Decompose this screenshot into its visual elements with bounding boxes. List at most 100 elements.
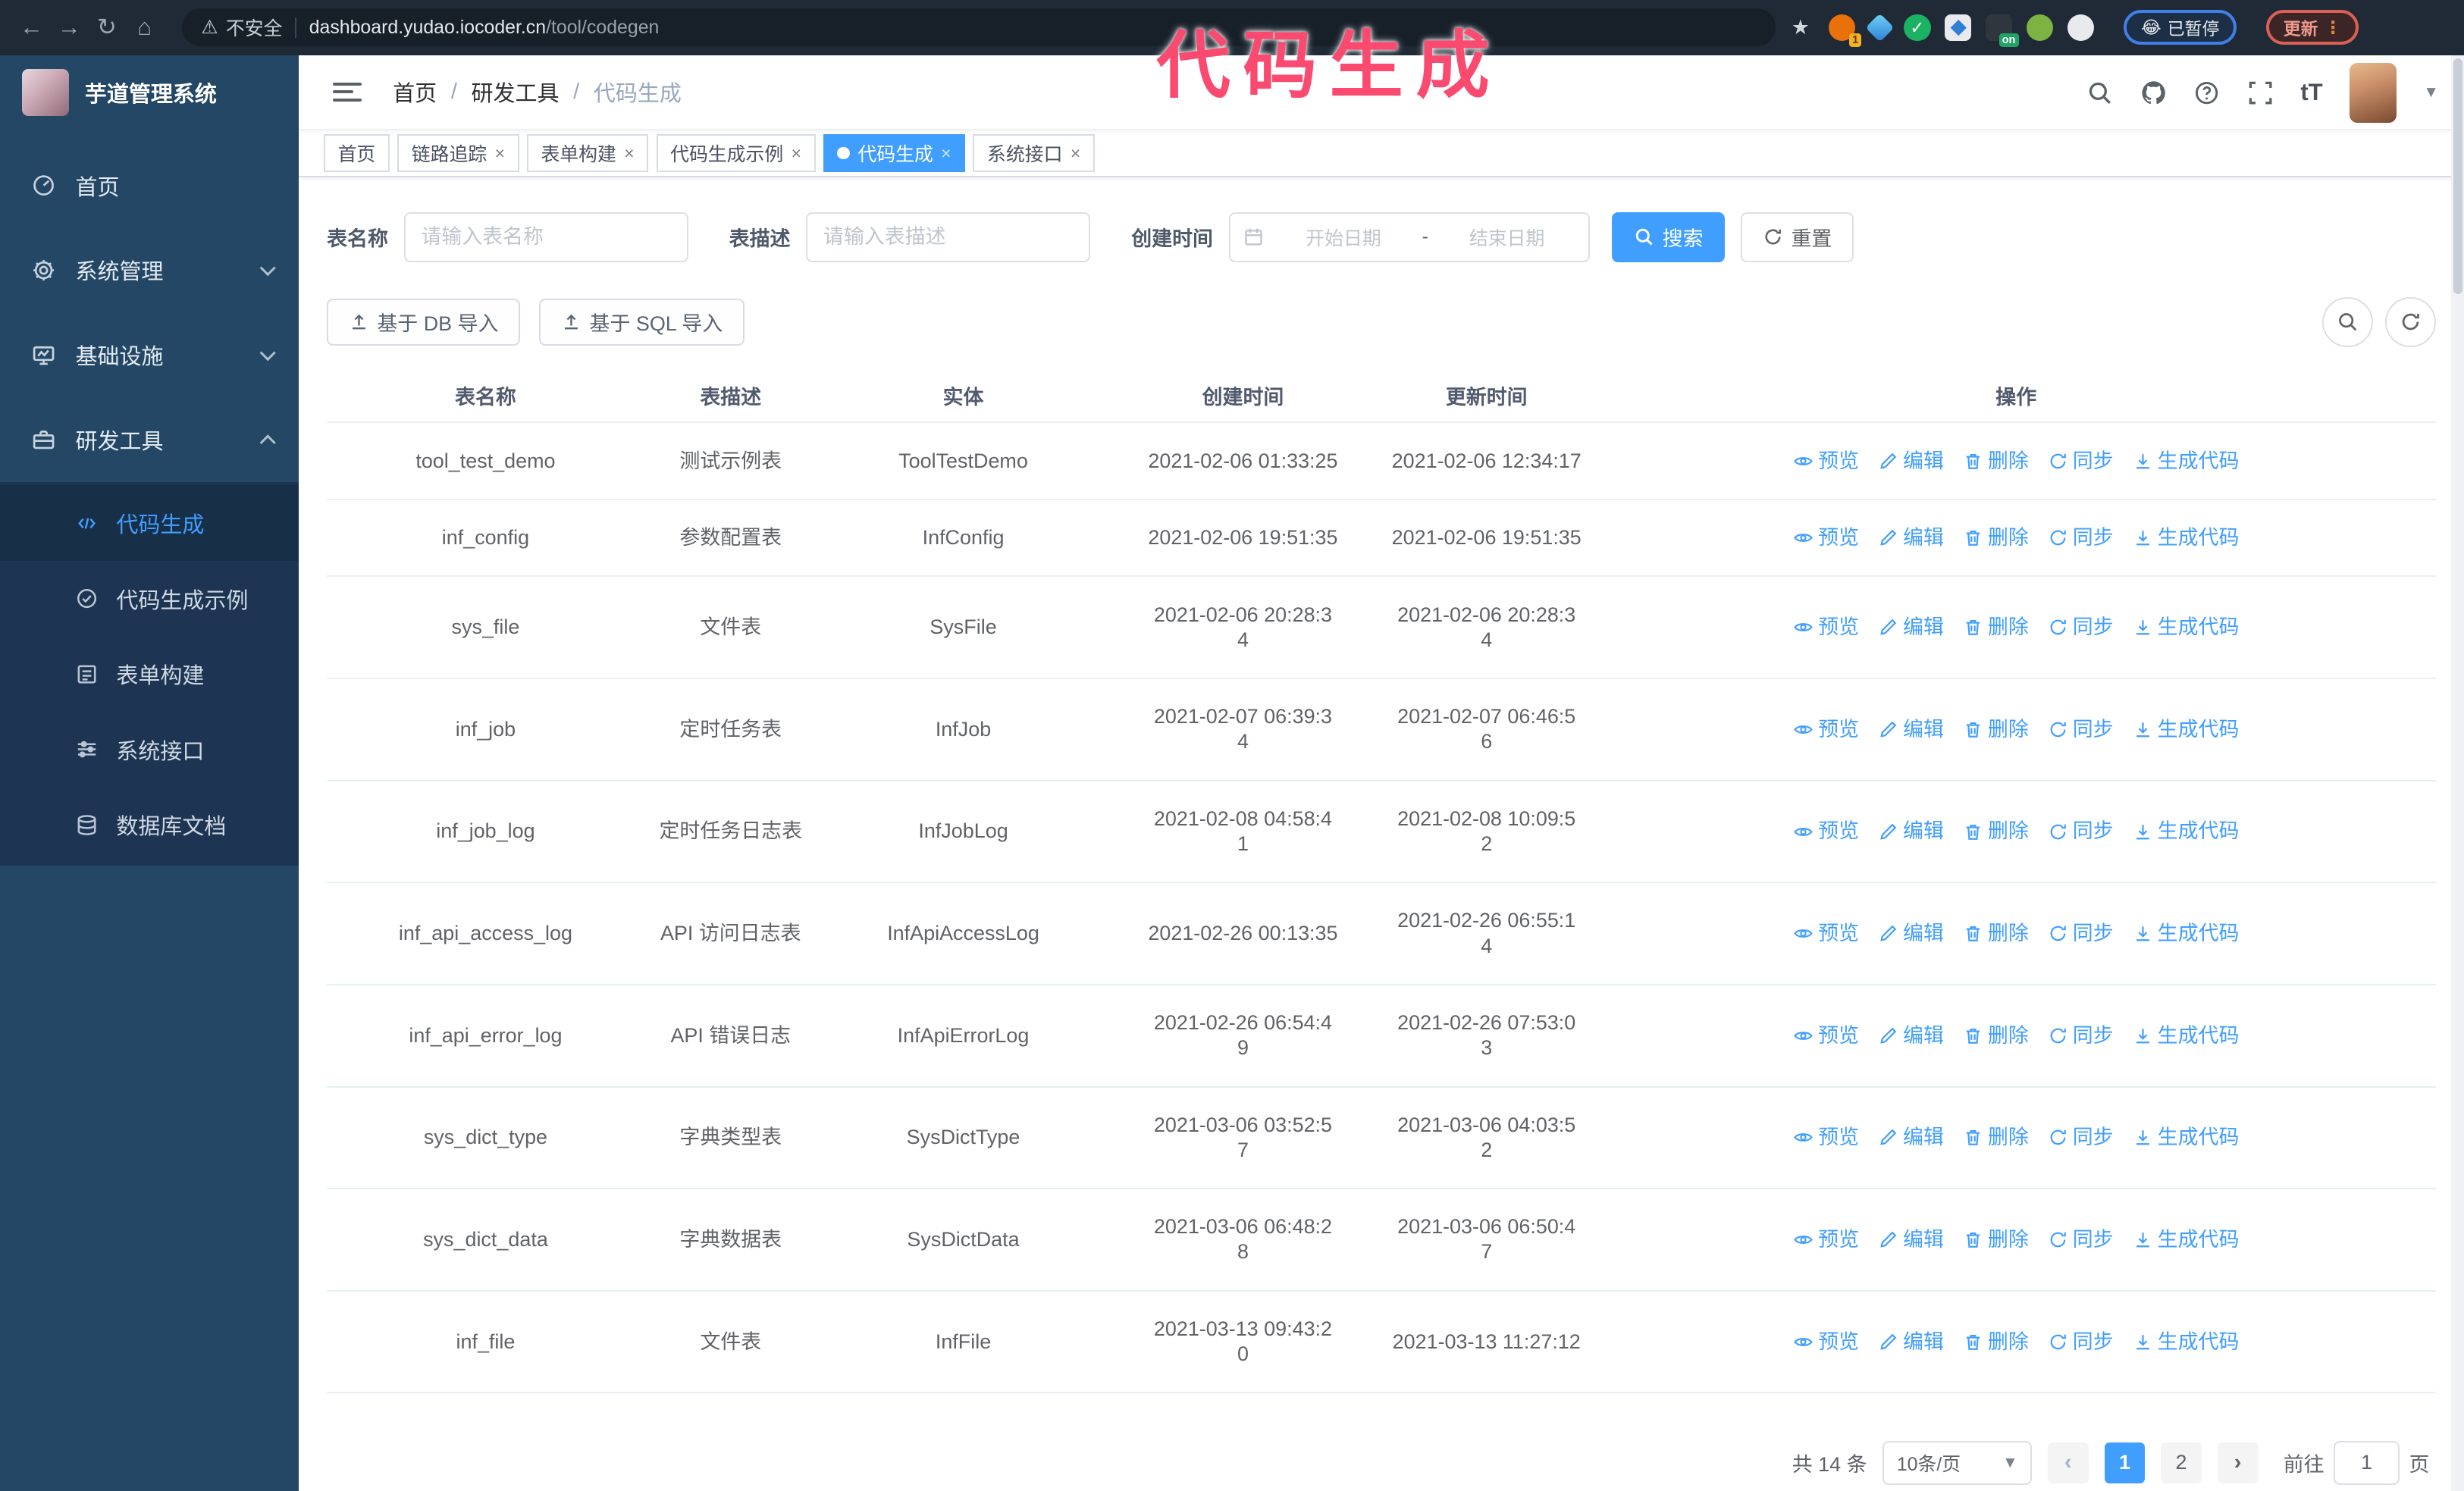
edit-link[interactable]: 编辑	[1878, 449, 1944, 474]
preview-link[interactable]: 预览	[1793, 525, 1859, 550]
browser-update-button[interactable]: 更新 ⋮	[2266, 10, 2359, 45]
table-row[interactable]: sys_file 文件表 SysFile 2021-02-06 20:28:3 …	[327, 576, 2436, 680]
sidebar-item-db-doc[interactable]: 数据库文档	[0, 787, 299, 862]
goto-page-input[interactable]	[2334, 1440, 2400, 1485]
edit-link[interactable]: 编辑	[1878, 615, 1944, 640]
date-range-picker[interactable]: 开始日期 - 结束日期	[1228, 211, 1591, 263]
view-tab[interactable]: 系统接口 ×	[973, 134, 1095, 172]
page-size-select[interactable]: 10条/页 ▼	[1882, 1440, 2033, 1485]
tab-close-icon[interactable]: ×	[792, 143, 801, 164]
preview-link[interactable]: 预览	[1793, 819, 1859, 844]
generate-code-link[interactable]: 生成代码	[2133, 921, 2239, 946]
sidebar-item-codegen[interactable]: 代码生成	[0, 485, 299, 561]
table-row[interactable]: inf_job 定时任务表 InfJob 2021-02-07 06:39:3 …	[327, 678, 2436, 782]
sync-link[interactable]: 同步	[2048, 717, 2114, 742]
preview-link[interactable]: 预览	[1793, 1023, 1859, 1048]
browser-menu-dots-icon[interactable]: ⋮	[2324, 17, 2342, 38]
breadcrumb-home[interactable]: 首页	[393, 76, 437, 108]
edit-link[interactable]: 编辑	[1878, 717, 1944, 742]
sync-link[interactable]: 同步	[2048, 615, 2114, 640]
view-tab[interactable]: 代码生成 ×	[823, 134, 966, 172]
sync-link[interactable]: 同步	[2048, 819, 2114, 844]
table-row[interactable]: sys_dict_type 字典类型表 SysDictType 2021-03-…	[327, 1086, 2436, 1190]
breadcrumb-devtools[interactable]: 研发工具	[472, 76, 560, 108]
generate-code-link[interactable]: 生成代码	[2133, 819, 2239, 844]
github-icon[interactable]	[2140, 80, 2167, 106]
edit-link[interactable]: 编辑	[1878, 1023, 1944, 1048]
extension-gem-icon[interactable]	[1865, 13, 1895, 42]
table-row[interactable]: inf_api_error_log API 错误日志 InfApiErrorLo…	[327, 984, 2436, 1088]
delete-link[interactable]: 删除	[1963, 921, 2029, 946]
preview-link[interactable]: 预览	[1793, 1125, 1859, 1150]
browser-back-icon[interactable]: ←	[13, 14, 51, 41]
preview-link[interactable]: 预览	[1793, 1330, 1859, 1355]
prev-page-button[interactable]: ‹	[2047, 1442, 2089, 1483]
search-button[interactable]: 搜索	[1612, 211, 1726, 263]
tab-close-icon[interactable]: ×	[1071, 143, 1080, 164]
tab-close-icon[interactable]: ×	[495, 143, 505, 164]
browser-forward-icon[interactable]: →	[50, 14, 88, 41]
edit-link[interactable]: 编辑	[1878, 525, 1944, 550]
generate-code-link[interactable]: 生成代码	[2133, 449, 2239, 474]
delete-link[interactable]: 删除	[1963, 1125, 2029, 1150]
sidebar-item-system-api[interactable]: 系统接口	[0, 712, 299, 787]
refresh-table-button[interactable]	[2385, 296, 2436, 347]
import-sql-button[interactable]: 基于 SQL 导入	[539, 298, 745, 346]
generate-code-link[interactable]: 生成代码	[2133, 615, 2239, 640]
edit-link[interactable]: 编辑	[1878, 819, 1944, 844]
reset-button[interactable]: 重置	[1741, 211, 1854, 263]
table-row[interactable]: inf_job_log 定时任务日志表 InfJobLog 2021-02-08…	[327, 780, 2436, 884]
edit-link[interactable]: 编辑	[1878, 1125, 1944, 1150]
generate-code-link[interactable]: 生成代码	[2133, 717, 2239, 742]
sync-link[interactable]: 同步	[2048, 1023, 2114, 1048]
edit-link[interactable]: 编辑	[1878, 1227, 1944, 1252]
extension-green-icon[interactable]	[2026, 14, 2054, 41]
generate-code-link[interactable]: 生成代码	[2133, 525, 2239, 550]
table-desc-input[interactable]	[806, 211, 1091, 263]
delete-link[interactable]: 删除	[1963, 449, 2029, 474]
extension-grid-icon[interactable]	[1945, 14, 1972, 41]
preview-link[interactable]: 预览	[1793, 449, 1859, 474]
view-tab[interactable]: 代码生成示例 ×	[656, 134, 816, 172]
generate-code-link[interactable]: 生成代码	[2133, 1227, 2239, 1252]
next-page-button[interactable]: ›	[2217, 1442, 2259, 1483]
table-row[interactable]: tool_test_demo 测试示例表 ToolTestDemo 2021-0…	[327, 422, 2436, 500]
sync-link[interactable]: 同步	[2048, 449, 2114, 474]
page-button-2[interactable]: 2	[2161, 1442, 2202, 1483]
avatar-caret-icon[interactable]: ▼	[2423, 83, 2439, 102]
delete-link[interactable]: 删除	[1963, 819, 2029, 844]
sidebar-item-system[interactable]: 系统管理	[0, 228, 299, 313]
delete-link[interactable]: 删除	[1963, 1330, 2029, 1355]
sync-link[interactable]: 同步	[2048, 1227, 2114, 1252]
delete-link[interactable]: 删除	[1963, 615, 2029, 640]
delete-link[interactable]: 删除	[1963, 1023, 2029, 1048]
import-db-button[interactable]: 基于 DB 导入	[327, 298, 521, 346]
extension-check-icon[interactable]: ✓	[1904, 14, 1931, 41]
sidebar-item-infra[interactable]: 基础设施	[0, 312, 299, 397]
profile-paused-badge[interactable]: 😂 已暂停	[2124, 10, 2237, 45]
generate-code-link[interactable]: 生成代码	[2133, 1023, 2239, 1048]
sidebar-collapse-icon[interactable]	[333, 78, 362, 106]
edit-link[interactable]: 编辑	[1878, 1330, 1944, 1355]
preview-link[interactable]: 预览	[1793, 921, 1859, 946]
generate-code-link[interactable]: 生成代码	[2133, 1125, 2239, 1150]
view-tab[interactable]: 表单构建 ×	[526, 134, 649, 172]
generate-code-link[interactable]: 生成代码	[2133, 1330, 2239, 1355]
help-icon[interactable]	[2193, 80, 2220, 106]
table-row[interactable]: inf_file 文件表 InfFile 2021-03-13 09:43:2 …	[327, 1290, 2436, 1394]
bookmark-star-icon[interactable]: ★	[1792, 16, 1810, 39]
sidebar-item-devtools[interactable]: 研发工具	[0, 397, 299, 482]
sidebar-logo-row[interactable]: 芋道管理系统	[0, 55, 299, 130]
sidebar-item-codegen-example[interactable]: 代码生成示例	[0, 561, 299, 636]
font-size-icon[interactable]: tT	[2300, 79, 2322, 106]
fullscreen-icon[interactable]	[2247, 80, 2274, 106]
delete-link[interactable]: 删除	[1963, 525, 2029, 550]
page-button-1[interactable]: 1	[2104, 1442, 2146, 1483]
sync-link[interactable]: 同步	[2048, 1330, 2114, 1355]
delete-link[interactable]: 删除	[1963, 717, 2029, 742]
address-bar[interactable]: ⚠ 不安全 dashboard.yudao.iocoder.cn /tool/c…	[182, 8, 1776, 47]
sidebar-item-home[interactable]: 首页	[0, 143, 299, 228]
sync-link[interactable]: 同步	[2048, 525, 2114, 550]
browser-reload-icon[interactable]: ↻	[88, 14, 126, 41]
view-tab[interactable]: 首页 ×	[323, 134, 390, 172]
